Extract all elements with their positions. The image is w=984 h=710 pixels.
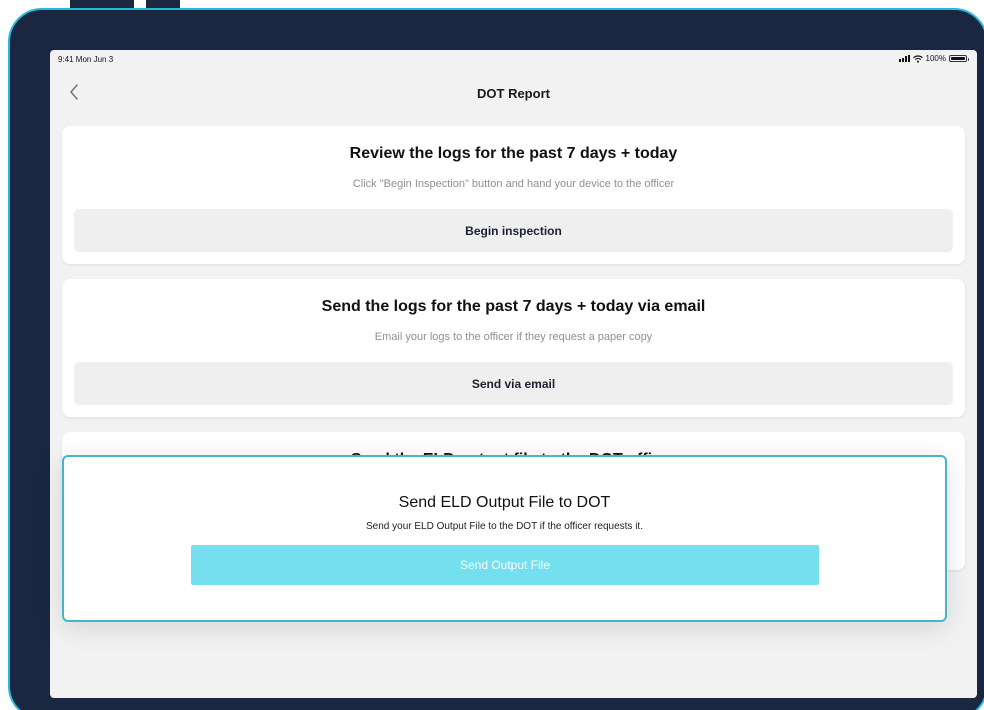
card-subtitle: Email your logs to the officer if they r… (374, 331, 653, 343)
review-logs-card: Review the logs for the past 7 days + to… (62, 126, 965, 264)
send-via-email-button[interactable]: Send via email (74, 362, 953, 405)
wifi-icon (912, 54, 923, 63)
send-output-file-button[interactable]: Send Output File (191, 545, 819, 585)
status-indicators: 100% (898, 54, 969, 63)
navigation-bar: DOT Report (50, 76, 977, 110)
dialog-title: Send ELD Output File to DOT (398, 494, 611, 511)
battery-percent: 100% (925, 54, 946, 63)
dialog-subtitle: Send your ELD Output File to the DOT if … (366, 521, 643, 532)
card-subtitle: Click "Begin Inspection" button and hand… (352, 178, 675, 190)
begin-inspection-button[interactable]: Begin inspection (74, 209, 953, 252)
card-title: Send the logs for the past 7 days + toda… (321, 298, 706, 315)
battery-icon (949, 55, 969, 62)
card-title: Review the logs for the past 7 days + to… (349, 145, 678, 162)
cellular-signal-icon (898, 55, 910, 62)
page-title: DOT Report (477, 86, 550, 101)
send-eld-output-dialog: Send ELD Output File to DOT Send your EL… (62, 455, 947, 622)
email-logs-card: Send the logs for the past 7 days + toda… (62, 279, 965, 417)
status-bar: 9:41 Mon Jun 3 100% (50, 50, 977, 70)
status-time: 9:41 Mon Jun 3 (58, 55, 114, 64)
